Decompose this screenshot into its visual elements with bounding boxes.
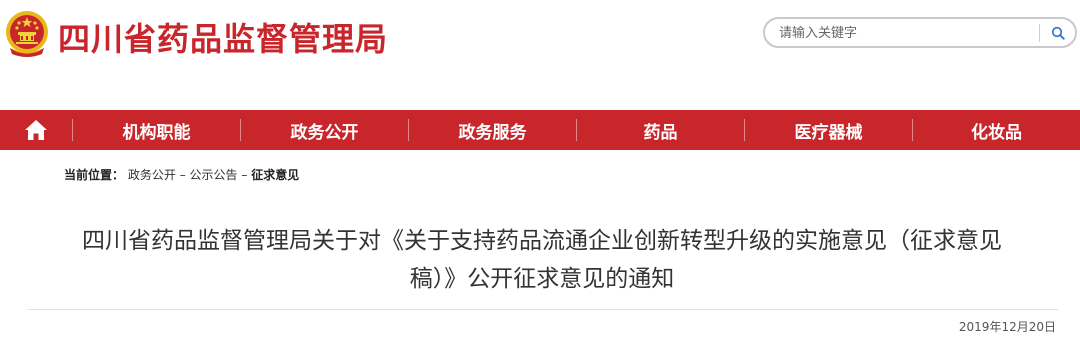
- site-title[interactable]: 四川省药品监督管理局: [58, 14, 388, 60]
- national-emblem-icon: [6, 11, 48, 57]
- breadcrumb-separator: –: [179, 168, 186, 182]
- main-nav: 机构职能 政务公开 政务服务 药品 医疗器械 化妆品: [0, 110, 1080, 150]
- breadcrumb-current: 征求意见: [251, 168, 300, 182]
- nav-item-organization[interactable]: 机构职能: [73, 110, 240, 150]
- site-header: 四川省药品监督管理局: [0, 0, 1080, 100]
- breadcrumb-link-government-affairs[interactable]: 政务公开: [128, 168, 176, 182]
- search-button[interactable]: [1045, 21, 1071, 45]
- nav-item-government-affairs[interactable]: 政务公开: [241, 110, 408, 150]
- article-title-line-2: 稿）》公开征求意见的通知: [409, 266, 675, 292]
- search-box: [763, 17, 1077, 48]
- breadcrumb-link-announcements[interactable]: 公示公告: [190, 168, 238, 182]
- nav-item-drugs[interactable]: 药品: [577, 110, 744, 150]
- nav-item-cosmetics[interactable]: 化妆品: [913, 110, 1080, 150]
- nav-item-government-services[interactable]: 政务服务: [409, 110, 576, 150]
- breadcrumb-label: 当前位置：: [64, 168, 125, 182]
- nav-item-medical-devices[interactable]: 医疗器械: [745, 110, 912, 150]
- home-icon: [25, 120, 47, 140]
- article-title-line-1: 四川省药品监督管理局关于对《关于支持药品流通企业创新转型升级的实施意见（征求意见: [82, 228, 1002, 254]
- article-title: 四川省药品监督管理局关于对《关于支持药品流通企业创新转型升级的实施意见（征求意见…: [22, 222, 1062, 298]
- search-input[interactable]: [779, 23, 1029, 43]
- publish-date: 2019年12月20日: [958, 320, 1056, 334]
- breadcrumb: 当前位置： 政务公开 – 公示公告 – 征求意见: [64, 166, 299, 183]
- nav-home-button[interactable]: [0, 110, 72, 150]
- breadcrumb-separator: –: [241, 168, 248, 182]
- search-divider: [1039, 24, 1040, 42]
- search-icon: [1051, 26, 1065, 40]
- title-divider: [28, 309, 1058, 310]
